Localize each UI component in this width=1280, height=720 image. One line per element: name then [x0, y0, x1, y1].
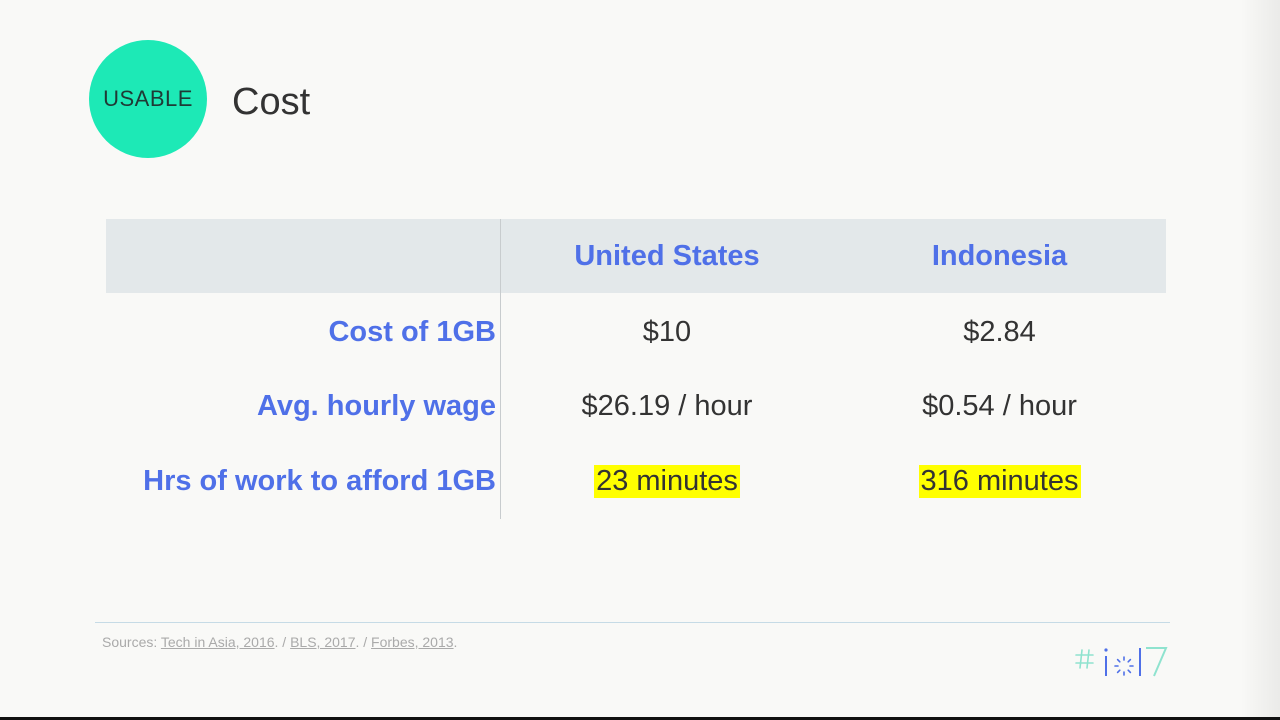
cell-us-wage: $26.19 / hour [581, 389, 753, 422]
source-link-bls[interactable]: BLS, 2017 [290, 634, 355, 650]
source-link-tech-in-asia[interactable]: Tech in Asia, 2016 [161, 634, 275, 650]
sources-separator: . / [274, 634, 291, 650]
highlight-us-hours: 23 minutes [594, 464, 740, 498]
source-link-forbes[interactable]: Forbes, 2013 [371, 634, 454, 650]
sources-separator: . / [355, 634, 372, 650]
slide-edge-shadow [1240, 0, 1280, 720]
cell-id-hours: 316 minutes [833, 444, 1166, 518]
column-header-indonesia: Indonesia [931, 239, 1068, 272]
footer-rule [95, 622, 1170, 623]
highlight-id-hours: 316 minutes [918, 464, 1081, 498]
cell-us-cost: $10 [642, 315, 692, 348]
sources-line: Sources: Tech in Asia, 2016. / BLS, 2017… [102, 634, 457, 650]
cell-id-wage: $0.54 / hour [922, 389, 1077, 422]
row-label-cost: Cost of 1GB [328, 315, 496, 348]
sources-prefix: Sources: [102, 634, 161, 650]
sources-end: . [453, 634, 458, 650]
cost-comparison-table: United States Indonesia Cost of 1GB $10 … [106, 219, 1166, 519]
hash-io-17-icon [1075, 647, 1168, 677]
row-label-hours: Hrs of work to afford 1GB [143, 464, 496, 497]
row-label-wage: Avg. hourly wage [256, 389, 496, 422]
cell-us-hours: 23 minutes [501, 444, 833, 518]
badge-label: USABLE [103, 86, 193, 111]
slide-title: Cost [232, 81, 311, 123]
column-header-united-states: United States [574, 239, 760, 272]
usable-badge: USABLE [89, 40, 207, 158]
cell-id-cost: $2.84 [963, 315, 1036, 348]
